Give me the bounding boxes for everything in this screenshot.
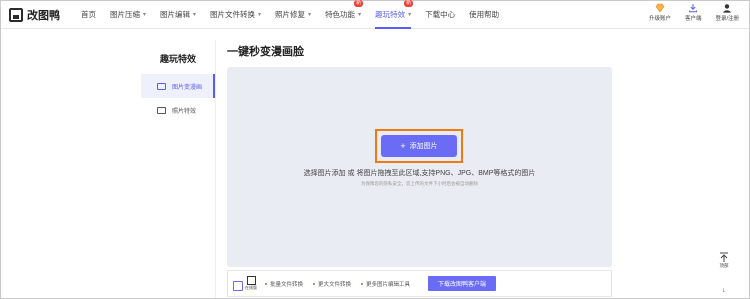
chevron-down-icon: ▾ — [143, 12, 147, 18]
upload-hint: 选择图片添加 或 将图片拖拽至此区域,支持PNG、JPG、BMP等格式的图片 — [303, 170, 536, 177]
header-actions: 升级账户 客户端 登录/注册 — [649, 3, 739, 22]
nav-item-repair[interactable]: 照片修复 ▾ — [275, 9, 311, 20]
nav-label: 特色功能 — [325, 10, 356, 19]
upgrade-label: 升级账户 — [648, 16, 671, 22]
login-button[interactable]: 登录/注册 — [715, 3, 739, 22]
nav-label: 使用帮助 — [469, 10, 500, 19]
logo-text: 改图鸭 — [27, 10, 60, 22]
back-to-top-label: 顶部 — [719, 263, 729, 268]
arrow-up-icon — [720, 252, 728, 262]
nav-item-home[interactable]: 首页 — [81, 9, 96, 20]
image-icon — [157, 82, 166, 90]
top-header: 改图鸭 首页 图片压缩 ▾ 图片编辑 ▾ 图片文件转换 ▾ 照片修复 ▾ 特色功能 ▾ 新 … — [1, 0, 749, 29]
logo-icon — [9, 8, 23, 22]
page-title: 一键秒变漫画脸 — [227, 46, 304, 58]
sidebar-item-image-to-comic[interactable]: 图片变漫画 — [141, 74, 215, 98]
bottom-bar: 在线版 批量文件转换 更大文件转换 更多图片编辑工具 下载改图鸭客户端 — [227, 270, 612, 297]
arrow-down-icon[interactable]: ↓ — [722, 287, 726, 294]
link-label: 更大文件转换 — [318, 281, 352, 288]
online-version-label: 在线版 — [245, 285, 257, 290]
nav-item-edit[interactable]: 图片编辑 ▾ — [160, 9, 196, 20]
privacy-note: 为保障您的隐私安全，您上传的文件下小时后会被自动删除 — [361, 181, 478, 186]
nav-item-features[interactable]: 特色功能 ▾ 新 — [325, 0, 364, 20]
sidebar: 趣玩特效 图片变漫画 照片特效 — [141, 40, 216, 298]
login-label: 登录/注册 — [715, 16, 739, 22]
link-label: 批量文件转换 — [270, 281, 304, 288]
add-image-button[interactable]: + 添加图片 — [381, 135, 457, 157]
nav-label: 图片编辑 — [160, 10, 191, 19]
sidebar-item-label: 照片特效 — [172, 108, 197, 115]
diamond-icon — [655, 3, 665, 13]
link-label: 更多图片编辑工具 — [366, 281, 411, 288]
download-icon — [689, 4, 698, 13]
nav-item-download-center[interactable]: 下载中心 — [425, 9, 455, 20]
chevron-down-icon: ▾ — [408, 12, 412, 18]
chevron-down-icon: ▾ — [308, 12, 312, 18]
sidebar-title: 趣玩特效 — [159, 54, 196, 64]
chevron-down-icon: ▾ — [193, 12, 197, 18]
more-tools-link[interactable]: 更多图片编辑工具 — [361, 280, 410, 288]
chevron-down-icon: ▾ — [358, 12, 362, 18]
logo[interactable]: 改图鸭 — [9, 7, 60, 23]
avatar-icon — [723, 4, 732, 13]
client-download-button[interactable]: 客户端 — [684, 3, 702, 22]
main-nav: 首页 图片压缩 ▾ 图片编辑 ▾ 图片文件转换 ▾ 照片修复 ▾ 特色功能 ▾ 新 趣玩特效… — [81, 0, 513, 29]
batch-convert-link[interactable]: 批量文件转换 — [265, 280, 303, 288]
nav-label: 照片修复 — [275, 10, 306, 19]
back-to-top-button[interactable]: 顶部 — [719, 252, 729, 269]
nav-label: 图片文件转换 — [210, 10, 256, 19]
image-icon — [233, 281, 243, 291]
photo-icon — [157, 106, 166, 114]
app-icon — [246, 276, 256, 285]
nav-label: 首页 — [81, 10, 96, 19]
client-label: 客户端 — [684, 16, 702, 22]
download-client-button[interactable]: 下载改图鸭客户端 — [428, 276, 497, 291]
bullet-icon — [313, 282, 316, 285]
nav-item-compress[interactable]: 图片压缩 ▾ — [110, 9, 146, 20]
bullet-icon — [361, 282, 364, 285]
bullet-icon — [265, 282, 267, 285]
nav-label: 图片压缩 — [110, 10, 140, 19]
chevron-down-icon: ▾ — [258, 12, 262, 18]
online-version-icons: 在线版 — [233, 276, 257, 291]
sidebar-item-label: 图片变漫画 — [172, 84, 203, 91]
nav-item-fun-effects[interactable]: 趣玩特效 ▾ 新 — [375, 0, 414, 29]
upload-drop-zone[interactable]: + 添加图片 选择图片添加 或 将图片拖拽至此区域,支持PNG、JPG、BMP等… — [227, 67, 612, 267]
nav-item-help[interactable]: 使用帮助 — [469, 9, 499, 20]
new-badge: 新 — [404, 0, 414, 7]
sidebar-item-photo-effects[interactable]: 照片特效 — [141, 98, 215, 122]
add-button-highlight: + 添加图片 — [375, 129, 463, 163]
add-image-label: 添加图片 — [409, 143, 438, 150]
new-badge: 新 — [354, 0, 364, 7]
nav-label: 下载中心 — [425, 10, 456, 19]
large-file-convert-link[interactable]: 更大文件转换 — [313, 280, 351, 288]
plus-icon: + — [400, 141, 406, 151]
online-version-badge: 在线版 — [245, 276, 257, 291]
upgrade-account-button[interactable]: 升级账户 — [649, 3, 671, 22]
nav-label: 趣玩特效 — [375, 10, 406, 19]
nav-item-convert[interactable]: 图片文件转换 ▾ — [210, 9, 261, 20]
